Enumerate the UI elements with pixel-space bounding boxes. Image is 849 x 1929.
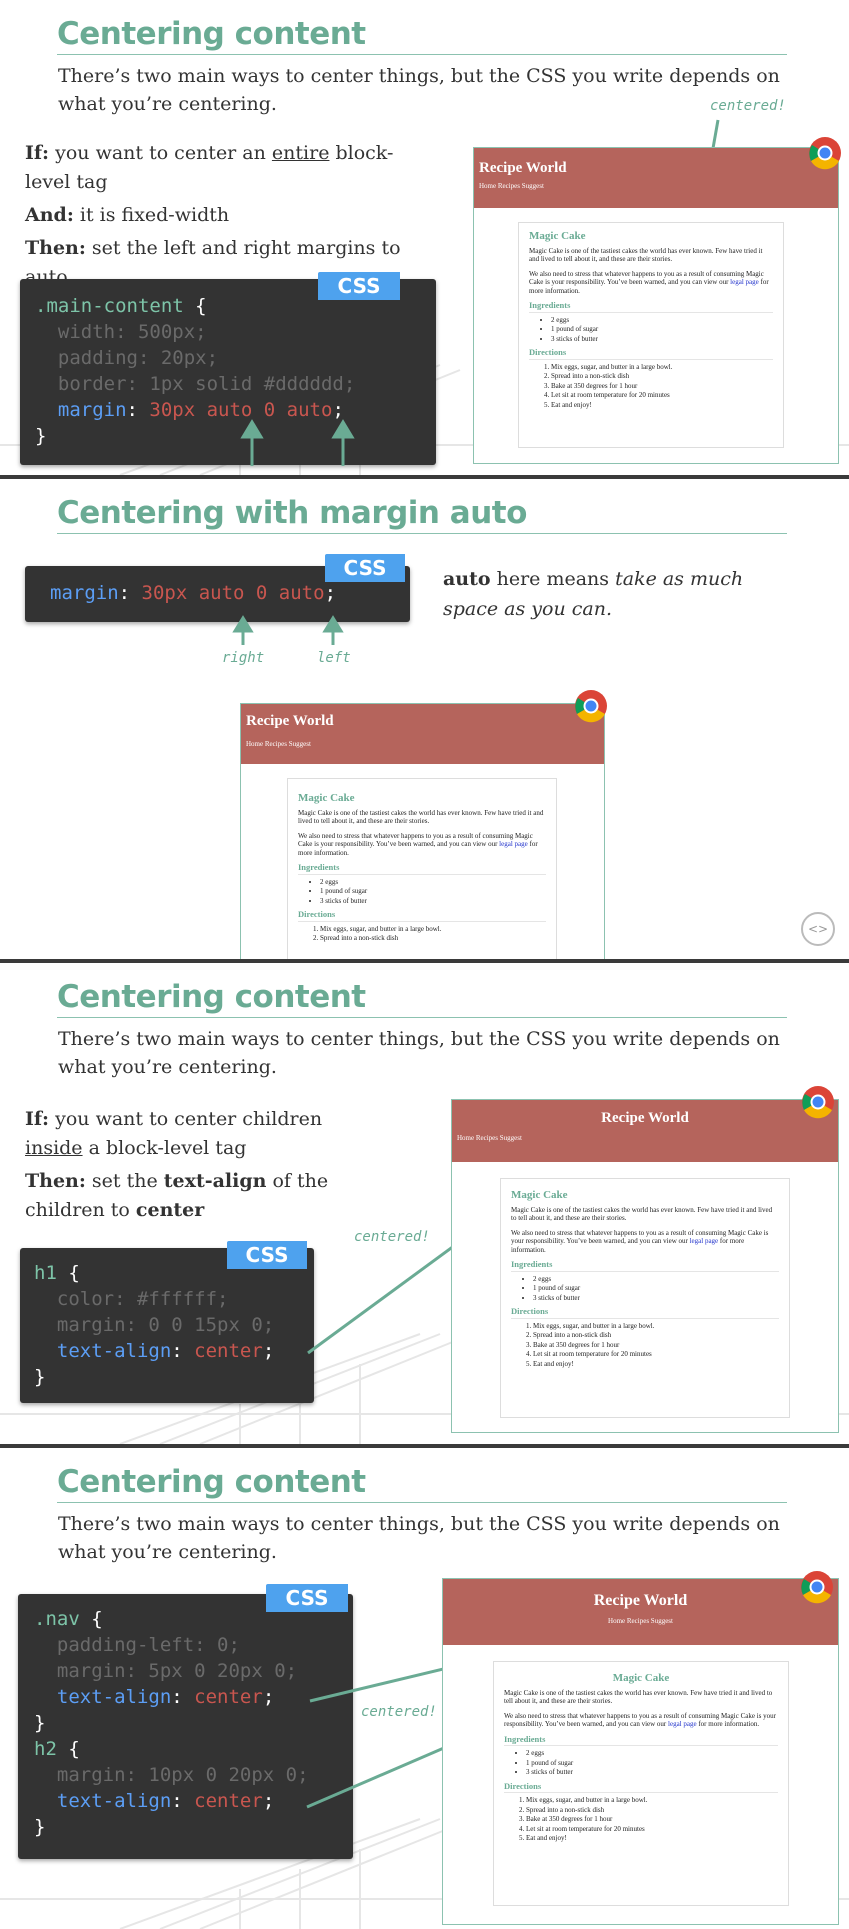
browser-mockup: Recipe World Home Recipes Suggest Magic … [451, 1099, 839, 1433]
site-nav: Home Recipes Suggest [246, 740, 311, 748]
site-title: Recipe World [601, 1110, 689, 1126]
browser-mockup: Recipe World Home Recipes Suggest Magic … [473, 147, 839, 464]
slide-2: Centering with margin auto margin: 30px … [0, 479, 849, 959]
chrome-logo-icon [575, 690, 607, 723]
slide-4: Centering content There’s two main ways … [0, 1448, 849, 1929]
slide-1: Centering content There’s two main ways … [0, 0, 849, 475]
site-title: Recipe World [479, 160, 567, 176]
centered-annotation: centered! [354, 1229, 430, 1245]
site-nav: Home Recipes Suggest [608, 1617, 673, 1625]
slide-nav-button[interactable]: <> [801, 912, 835, 946]
right-annotation: right [222, 650, 265, 666]
centered-annotation: centered! [361, 1704, 437, 1720]
browser-mockup: Recipe World Home Recipes Suggest Magic … [442, 1578, 839, 1925]
browser-mockup: Recipe World Home Recipes Suggest Magic … [240, 703, 605, 959]
chrome-logo-icon [809, 137, 841, 170]
site-nav: Home Recipes Suggest [457, 1134, 522, 1142]
slide-3: Centering content There’s two main ways … [0, 963, 849, 1444]
recipe-card: Magic Cake Magic Cake is one of the tast… [518, 222, 784, 448]
recipe-card: Magic Cake Magic Cake is one of the tast… [287, 778, 557, 959]
site-title: Recipe World [246, 713, 334, 729]
recipe-card: Magic Cake Magic Cake is one of the tast… [500, 1178, 790, 1418]
chrome-logo-icon [801, 1571, 833, 1604]
site-nav: Home Recipes Suggest [479, 182, 544, 190]
centered-annotation: centered! [710, 98, 786, 114]
chrome-logo-icon [802, 1086, 834, 1119]
left-annotation: left [317, 650, 351, 666]
site-title: Recipe World [593, 1592, 688, 1609]
recipe-card: Magic Cake Magic Cake is one of the tast… [493, 1661, 789, 1906]
